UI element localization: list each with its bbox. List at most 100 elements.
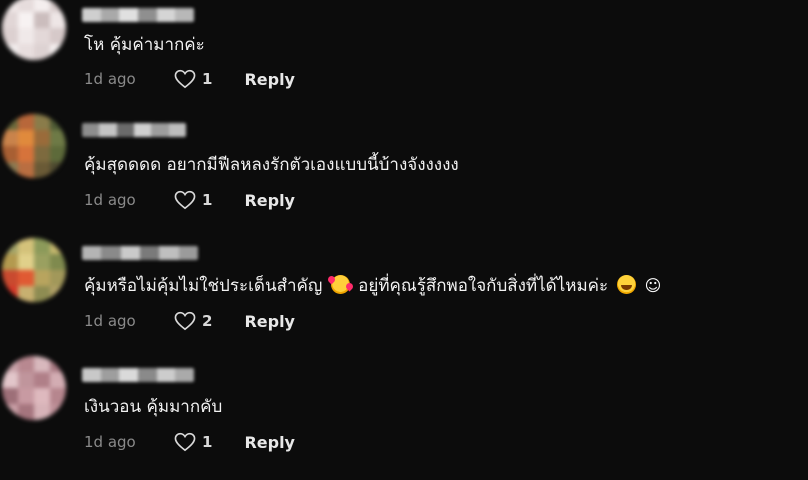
reply-button[interactable]: Reply — [244, 191, 295, 210]
avatar-pixel — [34, 28, 50, 44]
username-pixel — [159, 246, 179, 260]
username-pixel — [175, 8, 194, 22]
avatar-pixel — [50, 0, 66, 12]
like-button[interactable]: 2 — [174, 311, 212, 331]
avatar-pixel — [50, 12, 66, 28]
avatar[interactable] — [2, 114, 66, 178]
username-pixel — [82, 8, 101, 22]
username-pixel — [178, 246, 198, 260]
avatar-pixel — [18, 372, 34, 388]
username-pixel — [82, 368, 101, 382]
username-pixel — [139, 246, 160, 260]
avatar-pixel — [2, 12, 18, 28]
avatar-pixel — [50, 372, 66, 388]
username-pixel — [168, 123, 186, 137]
avatar-pixel — [34, 114, 50, 130]
username-pixel — [138, 368, 157, 382]
avatar-pixel — [18, 356, 34, 372]
avatar-pixel — [34, 404, 50, 420]
username-pixel — [101, 246, 121, 260]
comment-text: คุ้มหรือไม่คุ้มไม่ใช่ประเด็นสำคัญ อยู่ที… — [84, 275, 661, 297]
username-pixel — [82, 246, 102, 260]
avatar-pixel — [2, 372, 18, 388]
avatar-pixel — [18, 404, 34, 420]
username-pixel — [119, 8, 139, 22]
comment-text: คุ้มสุดดดด อยากมีฟีลหลงรักตัวเองแบบนี้บ้… — [84, 155, 459, 175]
avatar-pixel — [34, 372, 50, 388]
comment-text-part: อยู่ที่คุณรู้สึกพอใจกับสิ่งที่ได้ไหมค่ะ — [352, 276, 614, 296]
avatar-pixel — [18, 0, 34, 12]
reply-button[interactable]: Reply — [244, 433, 295, 452]
username-pixel — [156, 8, 176, 22]
avatar[interactable] — [2, 356, 66, 420]
username-pixel — [99, 123, 117, 137]
username-blurred[interactable] — [82, 246, 198, 260]
comment-time: 1d ago — [84, 433, 136, 451]
like-button[interactable]: 1 — [174, 190, 212, 210]
avatar-pixel — [50, 28, 66, 44]
comment-item: เงินวอน คุ้มมากคับ 1d ago 1 Reply — [0, 356, 808, 480]
avatar-pixel — [2, 162, 18, 178]
like-count: 1 — [202, 70, 213, 88]
avatar-pixel — [18, 270, 34, 286]
avatar-pixel — [50, 162, 66, 178]
avatar-pixel — [34, 162, 50, 178]
avatar-mosaic — [2, 238, 66, 302]
avatar-pixel — [18, 114, 34, 130]
avatar-pixel — [50, 238, 66, 254]
comment-time: 1d ago — [84, 191, 136, 209]
username-pixel — [175, 368, 194, 382]
comment-text: เงินวอน คุ้มมากคับ — [84, 397, 223, 417]
username-blurred[interactable] — [82, 368, 194, 382]
avatar-pixel — [18, 388, 34, 404]
reply-button[interactable]: Reply — [244, 70, 295, 89]
avatar-pixel — [18, 286, 34, 302]
comment-meta: 1d ago 1 Reply — [84, 68, 295, 90]
username-pixel — [119, 368, 139, 382]
avatar-pixel — [18, 162, 34, 178]
avatar-pixel — [2, 130, 18, 146]
avatar-pixel — [50, 286, 66, 302]
smiley-outline-icon: ☺ — [644, 276, 662, 295]
username-pixel — [100, 8, 120, 22]
heart-icon — [174, 69, 196, 89]
like-count: 1 — [202, 433, 213, 451]
comment-text-part: คุ้มหรือไม่คุ้มไม่ใช่ประเด็นสำคัญ — [84, 276, 328, 296]
comment-time: 1d ago — [84, 312, 136, 330]
avatar-pixel — [18, 130, 34, 146]
avatar-pixel — [34, 270, 50, 286]
avatar-pixel — [2, 238, 18, 254]
avatar-mosaic — [2, 0, 66, 60]
avatar-pixel — [50, 270, 66, 286]
username-blurred[interactable] — [82, 123, 186, 137]
comment-meta: 1d ago 1 Reply — [84, 431, 295, 453]
username-pixel — [116, 123, 134, 137]
grinning-face-icon — [616, 275, 636, 294]
avatar-pixel — [2, 254, 18, 270]
avatar-pixel — [50, 254, 66, 270]
like-count: 1 — [202, 191, 213, 209]
avatar-pixel — [18, 28, 34, 44]
avatar-pixel — [50, 146, 66, 162]
comment-text: โห คุ้มค่ามากค่ะ — [84, 35, 205, 55]
avatar-pixel — [34, 238, 50, 254]
comment-item: คุ้มสุดดดด อยากมีฟีลหลงรักตัวเองแบบนี้บ้… — [0, 114, 808, 240]
avatar-pixel — [18, 146, 34, 162]
avatar-pixel — [34, 286, 50, 302]
avatar-mosaic — [2, 356, 66, 420]
avatar-pixel — [2, 404, 18, 420]
reply-button[interactable]: Reply — [244, 312, 295, 331]
avatar[interactable] — [2, 0, 66, 60]
avatar-pixel — [2, 146, 18, 162]
avatar-pixel — [50, 388, 66, 404]
avatar-pixel — [34, 44, 50, 60]
comment-time: 1d ago — [84, 70, 136, 88]
username-pixel — [120, 246, 140, 260]
username-blurred[interactable] — [82, 8, 194, 22]
avatar[interactable] — [2, 238, 66, 302]
avatar-pixel — [18, 12, 34, 28]
like-button[interactable]: 1 — [174, 69, 212, 89]
avatar-pixel — [2, 28, 18, 44]
username-pixel — [156, 368, 176, 382]
like-button[interactable]: 1 — [174, 432, 212, 452]
